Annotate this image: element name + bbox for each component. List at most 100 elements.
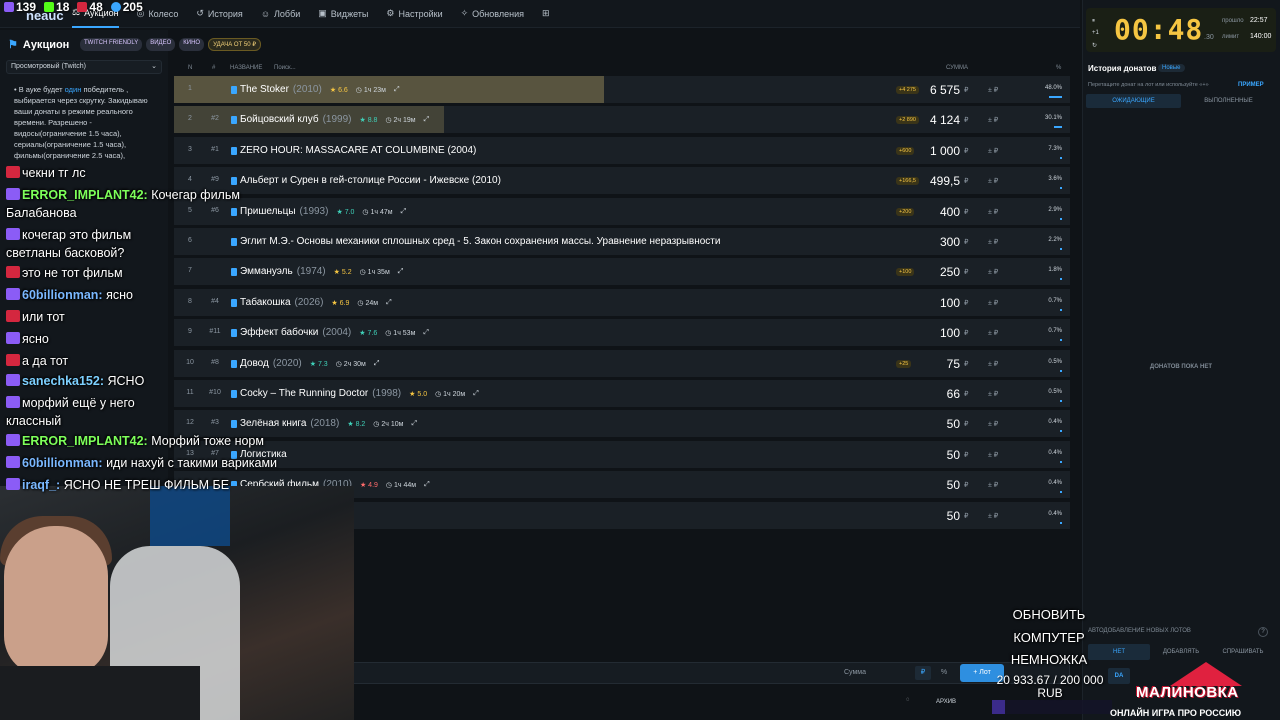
pause-icon[interactable]: ⏸ [1092, 18, 1095, 25]
currency-symbol: ₽ [964, 330, 969, 338]
add-sum-button[interactable]: ± ₽ [988, 86, 998, 94]
lot-title[interactable]: ZERO HOUR: MASSACARE AT COLUMBINE (2004) [240, 145, 476, 156]
lot-sum[interactable]: 4 124 [904, 113, 960, 127]
lot-sum[interactable]: 100 [904, 296, 960, 310]
table-row[interactable]: 3 #1 ZERO HOUR: MASSACARE AT COLUMBINE (20… [174, 136, 1070, 165]
external-link-icon[interactable]: ⤢ [398, 268, 404, 276]
archive-button[interactable]: АРХИВ [936, 699, 956, 705]
currency-symbol: ₽ [964, 269, 969, 277]
lot-duration: ◷ 24м [357, 299, 379, 307]
table-row[interactable]: 1 The Stoker (2010) ★ 6.6 ◷ 1ч 23м ⤢ +4 275 6 5… [174, 76, 1070, 104]
lot-sum[interactable]: 6 575 [904, 83, 960, 97]
twitch-platform-icon [6, 332, 20, 344]
external-link-icon[interactable]: ⤢ [374, 360, 380, 368]
currency-symbol: ₽ [964, 178, 969, 186]
external-link-icon[interactable]: ⤢ [394, 86, 400, 94]
external-link-icon[interactable]: ⤢ [424, 116, 430, 124]
nav-lobby[interactable]: ☺ Лобби [261, 0, 300, 28]
plus-minute[interactable]: +1 [1092, 30, 1099, 36]
lot-year: (2010) [292, 84, 322, 95]
add-sum-button[interactable]: ± ₽ [988, 147, 998, 155]
lot-sum[interactable]: 400 [904, 205, 960, 219]
table-row[interactable]: 2 #2 Бойцовский клуб (1999) ★ 8.8 ◷ 2ч 19м ⤢ +2… [174, 106, 1070, 135]
sum-input[interactable]: Сумма [838, 664, 912, 682]
history-icon: ↺ [196, 8, 204, 18]
chevron-down-icon: ⌄ [151, 63, 157, 70]
add-sum-button[interactable]: ± ₽ [988, 299, 998, 307]
add-sum-button[interactable]: ± ₽ [988, 238, 998, 246]
lot-duration: ◷ 1ч 53м [385, 330, 416, 338]
example-button[interactable]: ПРИМЕР [1238, 82, 1264, 88]
hide-icon[interactable]: ◌ [906, 697, 910, 703]
add-sum-button[interactable]: ± ₽ [988, 208, 998, 216]
reset-icon[interactable]: ↻ [1092, 42, 1097, 49]
add-sum-button[interactable]: ± ₽ [988, 360, 998, 368]
percent-toggle[interactable]: % [937, 666, 951, 680]
goal-label: КОМПУТЕР [1013, 629, 1085, 645]
tag-cinema[interactable]: КИНО [179, 38, 205, 51]
chat-text: чекни тг лс [22, 166, 86, 180]
external-link-icon[interactable]: ⤢ [424, 481, 430, 489]
lot-percent: 7.3% [1048, 145, 1062, 152]
chat-text: светланы басковой? [6, 246, 125, 260]
external-link-icon[interactable]: ⤢ [411, 420, 417, 428]
lot-sum[interactable]: 50 [904, 478, 960, 492]
link-icon[interactable] [231, 86, 237, 94]
external-link-icon[interactable]: ⤢ [473, 390, 479, 398]
lot-percent: 0.7% [1048, 328, 1062, 335]
lot-sum[interactable]: 50 [904, 448, 960, 462]
add-sum-button[interactable]: ± ₽ [988, 116, 998, 124]
tag-luck[interactable]: УДАЧА ОТ 50 ₽ [208, 38, 262, 51]
tab-waiting[interactable]: ОЖИДАЮЩИЕ [1086, 94, 1181, 108]
people-icon: ☺ [260, 8, 271, 19]
lot-title[interactable]: The Stoker (2010) ★ 6.6 ◷ 1ч 23м ⤢ [240, 84, 400, 95]
external-link-icon[interactable]: ⤢ [386, 299, 392, 307]
lot-sum[interactable]: 100 [904, 326, 960, 340]
chat-message: морфий ещё у него [6, 396, 346, 410]
new-filter[interactable]: Новые [1158, 64, 1185, 72]
nav-settings[interactable]: ⚙ Настройки [386, 0, 442, 28]
tag-video[interactable]: ВИДЕО [146, 38, 176, 51]
tab-done[interactable]: ВЫПОЛНЕННЫЕ [1181, 94, 1276, 108]
monitor-glow [150, 486, 230, 546]
currency-symbol: ₽ [964, 87, 969, 94]
link-icon[interactable] [231, 116, 237, 125]
lot-sum[interactable]: 300 [904, 235, 960, 249]
nav-extra[interactable]: ⊞ [542, 0, 550, 28]
auto-add-title: АВТОДОБАВЛЕНИЕ НОВЫХ ЛОТОВ [1088, 628, 1191, 634]
add-sum-button[interactable]: ± ₽ [988, 512, 998, 520]
nav-updates[interactable]: ✧ Обновления [461, 0, 524, 28]
chat-username: iraqf_: [22, 478, 61, 492]
widget-icon: ▣ [318, 8, 327, 18]
add-sum-button[interactable]: ± ₽ [988, 451, 998, 459]
lot-title[interactable]: Бойцовский клуб (1999) ★ 8.8 ◷ 2ч 19м ⤢ [240, 114, 429, 125]
lot-percent-bar [1060, 491, 1062, 494]
help-icon[interactable]: ? [1258, 627, 1268, 637]
goal-unit: RUB [1037, 686, 1063, 700]
add-sum-button[interactable]: ± ₽ [988, 390, 998, 398]
lot-percent: 0.5% [1048, 358, 1062, 365]
lot-sum[interactable]: 75 [904, 357, 960, 371]
nav-history[interactable]: ↺ История [196, 0, 242, 28]
external-link-icon[interactable]: ⤢ [423, 329, 429, 337]
add-sum-button[interactable]: ± ₽ [988, 268, 998, 276]
mode-select[interactable]: Просмотровый (Twitch) ⌄ [6, 60, 162, 74]
nav-widgets[interactable]: ▣ Виджеты [318, 0, 368, 28]
twitch-platform-icon [6, 434, 20, 446]
add-sum-button[interactable]: ± ₽ [988, 420, 998, 428]
lot-sum[interactable]: 66 [904, 387, 960, 401]
add-sum-button[interactable]: ± ₽ [988, 177, 998, 185]
lot-sum[interactable]: 50 [904, 509, 960, 523]
lot-sum[interactable]: 1 000 [904, 144, 960, 158]
link-icon[interactable] [231, 146, 237, 155]
currency-rub-toggle[interactable]: ₽ [915, 666, 931, 680]
lot-sum[interactable]: 499,5 [904, 174, 960, 188]
search-input[interactable]: Поиск... [274, 65, 296, 71]
lot-sum[interactable]: 250 [904, 265, 960, 279]
add-sum-button[interactable]: ± ₽ [988, 329, 998, 337]
top-nav: ⚖ Аукцион ◎ Колесо ↺ История ☺ Лобби ▣ Виджет… [0, 0, 1080, 28]
external-link-icon[interactable]: ⤢ [401, 208, 407, 216]
add-sum-button[interactable]: ± ₽ [988, 481, 998, 489]
tag-twitch-friendly[interactable]: TWITCH FRIENDLY [80, 38, 143, 51]
lot-sum[interactable]: 50 [904, 417, 960, 431]
